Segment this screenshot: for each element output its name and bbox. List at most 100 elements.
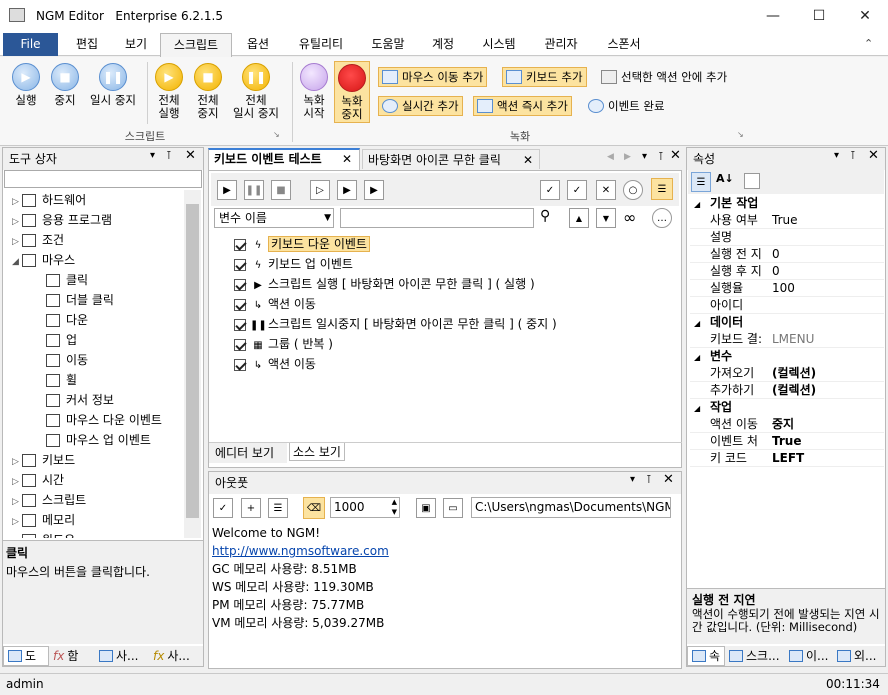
- search-icon[interactable]: ⚲: [540, 208, 550, 224]
- expand-icon[interactable]: ◢: [12, 252, 22, 272]
- property-row[interactable]: 이벤트 처 True: [690, 433, 884, 450]
- tab-user[interactable]: 사...: [95, 646, 149, 666]
- move-down-icon[interactable]: ▼: [596, 208, 616, 228]
- output-close-icon[interactable]: ✕: [663, 472, 674, 487]
- tab-list-icon[interactable]: ▾: [642, 151, 647, 162]
- toolbox-item[interactable]: 다운: [46, 310, 88, 330]
- stop-button[interactable]: ■ 중지: [49, 63, 81, 107]
- property-row[interactable]: 실행 전 지 0: [690, 246, 884, 263]
- property-row[interactable]: 액션 이동 중지: [690, 416, 884, 433]
- stop-all-button[interactable]: ■ 전체 중지: [191, 63, 225, 120]
- property-row[interactable]: 실행율 100: [690, 280, 884, 297]
- toolbox-pin-icon[interactable]: ⊺: [166, 149, 172, 162]
- expand-icon[interactable]: ▷: [12, 192, 22, 212]
- toolbox-search-input[interactable]: [4, 170, 202, 188]
- toolbox-item[interactable]: 더블 클릭: [46, 290, 114, 310]
- tab-desktop-icon-click[interactable]: 바탕화면 아이콘 무한 클릭 ✕: [362, 149, 540, 169]
- editor-run-icon[interactable]: ▶: [217, 180, 237, 200]
- pause-all-button[interactable]: ❚❚ 전체 일시 중지: [228, 63, 284, 120]
- tab-close-icon[interactable]: ✕: [523, 150, 533, 170]
- menu-tab-sponsor[interactable]: 스폰서: [603, 32, 645, 56]
- more-icon[interactable]: …: [652, 208, 672, 228]
- property-row[interactable]: 실행 후 지 0: [690, 263, 884, 280]
- menu-tab-utility[interactable]: 유틸리티: [293, 32, 349, 56]
- output-path-input[interactable]: C:\Users\ngmas\Documents\NGM6\: [471, 497, 671, 518]
- property-row[interactable]: 가져오기 (컬렉션): [690, 365, 884, 382]
- toolbox-item[interactable]: 휠: [46, 370, 77, 390]
- add-action-now-button[interactable]: 액션 즉시 추가: [473, 96, 572, 116]
- run-all-button[interactable]: ▶ 전체 실행: [152, 63, 186, 120]
- event-row[interactable]: ↳ 액션 이동: [234, 354, 316, 374]
- menu-tab-help[interactable]: 도움말: [368, 32, 408, 56]
- toolbox-item[interactable]: ▷ 메모리: [12, 510, 75, 530]
- tab-scripts[interactable]: 스크...: [725, 646, 785, 666]
- collapse-icon[interactable]: ◢: [690, 315, 710, 332]
- toolbox-item[interactable]: ▷ 응용 프로그램: [12, 210, 112, 230]
- output-dropdown-icon[interactable]: ▾: [630, 474, 635, 485]
- record-start-button[interactable]: 녹화 시작: [298, 63, 330, 120]
- add-realtime-button[interactable]: 실시간 추가: [378, 96, 463, 116]
- sort-alpha-icon[interactable]: A↓: [716, 172, 734, 185]
- tab-external[interactable]: 외...: [833, 646, 883, 666]
- toolbox-item[interactable]: 마우스 업 이벤트: [46, 430, 151, 450]
- find-icon[interactable]: ○: [623, 180, 643, 200]
- toolbox-dropdown-icon[interactable]: ▾: [150, 150, 155, 161]
- event-row[interactable]: ϟ 키보드 업 이벤트: [234, 254, 353, 274]
- tab-properties[interactable]: 속: [687, 646, 725, 666]
- tab-scroll-left-icon[interactable]: ◀: [607, 152, 614, 162]
- toolbox-item[interactable]: ▷ 하드웨어: [12, 190, 86, 210]
- event-row[interactable]: ▦ 그룹 ( 반복 ): [234, 334, 333, 354]
- collapse-icon[interactable]: ◢: [690, 349, 710, 366]
- menu-tab-edit[interactable]: 편집: [72, 32, 102, 56]
- properties-dropdown-icon[interactable]: ▾: [834, 150, 839, 161]
- close-button[interactable]: ✕: [842, 0, 888, 32]
- event-row[interactable]: ❚❚스크립트 일시중지 [ 바탕화면 아이콘 무한 클릭 ] ( 중지 ): [234, 314, 557, 334]
- eraser-icon[interactable]: ⌫: [303, 497, 325, 519]
- event-checkbox[interactable]: [234, 298, 246, 311]
- editor-pause-icon[interactable]: ❚❚: [244, 180, 264, 200]
- collapse-icon[interactable]: ◢: [690, 400, 710, 417]
- open-folder-icon[interactable]: ▭: [443, 498, 463, 518]
- expand-icon[interactable]: ▷: [12, 472, 22, 492]
- property-section[interactable]: ◢ 변수: [690, 348, 884, 365]
- event-complete-button[interactable]: 이벤트 완료: [585, 96, 668, 116]
- group-launcher-icon[interactable]: ↘: [737, 130, 744, 139]
- menu-tab-admin[interactable]: 관리자: [540, 32, 582, 56]
- toolbox-scrollbar[interactable]: [184, 190, 201, 538]
- expand-icon[interactable]: ▷: [12, 232, 22, 252]
- event-row[interactable]: ▶ 스크립트 실행 [ 바탕화면 아이콘 무한 클릭 ] ( 실행 ): [234, 274, 535, 294]
- variable-value-input[interactable]: [340, 208, 534, 228]
- event-row[interactable]: ↳ 액션 이동: [234, 294, 316, 314]
- toolbox-item[interactable]: 클릭: [46, 270, 88, 290]
- record-stop-button[interactable]: 녹화 중지: [334, 61, 370, 123]
- menu-tab-options[interactable]: 옵션: [243, 32, 273, 56]
- toolbox-item[interactable]: 업: [46, 330, 77, 350]
- toolbox-item[interactable]: ◢ 마우스: [12, 250, 75, 270]
- step-run-icon[interactable]: ▷: [310, 180, 330, 200]
- variable-select[interactable]: 변수 이름 ▼: [214, 208, 334, 228]
- toolbox-item[interactable]: 마우스 다운 이벤트: [46, 410, 162, 430]
- property-section[interactable]: ◢ 작업: [690, 399, 884, 416]
- run-button[interactable]: ▶ 실행: [10, 63, 42, 107]
- menu-tab-system[interactable]: 시스템: [478, 32, 520, 56]
- property-row[interactable]: 설명: [690, 229, 884, 246]
- expand-icon[interactable]: ▷: [12, 532, 22, 538]
- output-list-icon[interactable]: ☰: [268, 498, 288, 518]
- delete-icon[interactable]: ✕: [596, 180, 616, 200]
- output-line-count-stepper[interactable]: 1000 ▲ ▼: [330, 497, 400, 518]
- categorized-icon[interactable]: ☰: [691, 172, 711, 192]
- editor-pin-icon[interactable]: ⊺: [658, 150, 664, 163]
- tab-toolbox[interactable]: 도: [3, 646, 49, 666]
- expand-icon[interactable]: ▷: [12, 492, 22, 512]
- file-menu-tab[interactable]: File: [3, 33, 58, 56]
- tab-images[interactable]: 이...: [785, 646, 833, 666]
- add-in-selected-button[interactable]: 선택한 액션 안에 추가: [598, 67, 730, 87]
- toolbox-item[interactable]: 이동: [46, 350, 88, 370]
- loop-icon[interactable]: ∞: [623, 208, 636, 227]
- minimize-button[interactable]: —: [750, 0, 796, 32]
- properties-pin-icon[interactable]: ⊺: [850, 149, 856, 162]
- check-selected-icon[interactable]: ✓: [567, 180, 587, 200]
- tab-user-functions[interactable]: fx 사...: [149, 646, 203, 666]
- pause-button[interactable]: ❚❚ 일시 중지: [86, 63, 140, 107]
- toolbox-item[interactable]: ▷ 키보드: [12, 450, 75, 470]
